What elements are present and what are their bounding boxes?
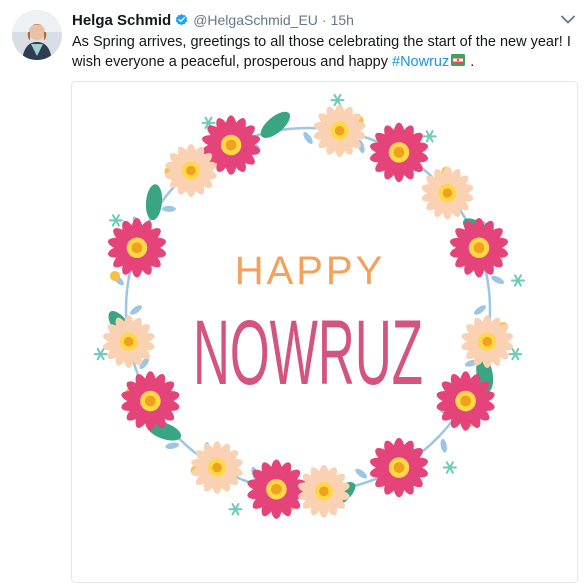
separator-dot: ·: [321, 12, 327, 28]
tweet-text: As Spring arrives, greetings to all thos…: [72, 32, 577, 72]
author-handle[interactable]: @HelgaSchmid_EU: [193, 12, 318, 28]
chevron-down-icon[interactable]: [559, 12, 577, 26]
leaf-small: [355, 468, 368, 479]
leaf-green: [260, 111, 291, 138]
leaf-small: [165, 442, 180, 449]
pink-flower-core: [144, 395, 156, 407]
flag-emoji-icon: [450, 53, 466, 68]
nowruz-heading: NOWRUZ: [193, 302, 423, 404]
leaf-small: [130, 305, 142, 315]
avatar[interactable]: [12, 10, 62, 60]
leaf-green: [145, 184, 163, 221]
happy-heading: HAPPY: [235, 249, 386, 293]
leaf-small: [303, 132, 313, 144]
pink-flower-core: [473, 242, 485, 254]
peach-flower-core: [334, 125, 345, 136]
peach-flower-core: [442, 188, 453, 198]
tweet-media-card[interactable]: HAPPY NOWRUZ: [71, 81, 578, 583]
timestamp[interactable]: 15h: [331, 12, 354, 28]
leaf-small: [440, 438, 447, 453]
peach-flower-core: [212, 462, 222, 473]
peach-flower-core: [482, 336, 493, 347]
pink-flower-core: [393, 462, 405, 474]
leaf-small: [161, 205, 176, 212]
tweet-text-end: .: [466, 54, 475, 70]
author-name[interactable]: Helga Schmid: [72, 12, 171, 29]
tweet: Helga Schmid @HelgaSchmid_EU · 15h As Sp…: [0, 0, 585, 583]
peach-flower-core: [123, 336, 134, 347]
berry: [109, 270, 120, 281]
pink-flower-core: [270, 483, 282, 495]
leaf-small: [491, 275, 505, 285]
peach-flower-core: [186, 165, 196, 176]
verified-badge-icon: [174, 13, 189, 28]
leaf-small: [474, 305, 486, 315]
tweet-text-body: As Spring arrives, greetings to all thos…: [72, 34, 571, 70]
pink-flower-core: [393, 146, 405, 158]
peach-flower-core: [319, 486, 329, 497]
pink-flower-core: [131, 242, 143, 254]
pink-flower-core: [460, 395, 472, 407]
nowruz-wreath-image: HAPPY NOWRUZ: [93, 93, 525, 519]
pink-flower-core: [225, 139, 237, 151]
hashtag-link[interactable]: #Nowruz: [392, 54, 449, 70]
tweet-header: Helga Schmid @HelgaSchmid_EU · 15h: [72, 10, 354, 30]
